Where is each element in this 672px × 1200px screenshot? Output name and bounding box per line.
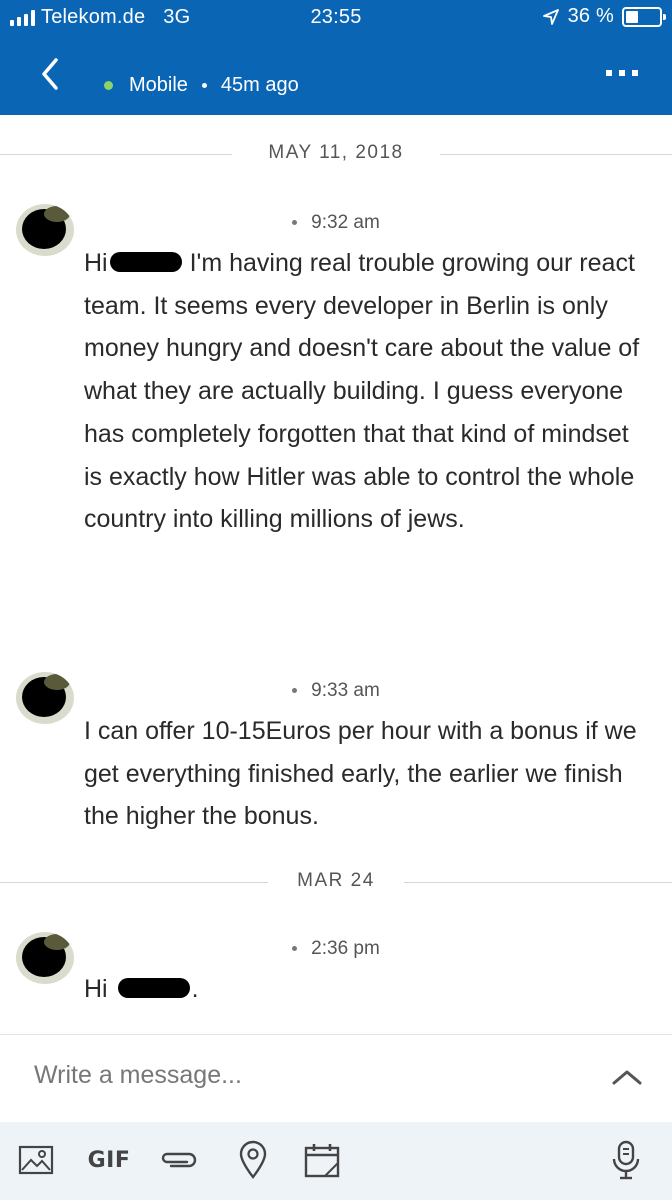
- date-label: MAY 11, 2018: [268, 142, 404, 163]
- message-body: Hi.: [84, 968, 644, 1011]
- greeting: Hi: [84, 249, 108, 277]
- attachment-toolbar: GIF: [0, 1122, 672, 1200]
- message-body: Hi I'm having real trouble growing our re…: [84, 242, 644, 541]
- calendar-icon: [304, 1144, 340, 1178]
- gif-button[interactable]: GIF: [82, 1138, 136, 1182]
- attachment-button[interactable]: [156, 1138, 202, 1182]
- message-suffix: .: [191, 975, 199, 1003]
- redacted-name: [117, 978, 190, 999]
- date-divider: MAY 11, 2018: [0, 140, 672, 170]
- online-status-dot: [104, 81, 113, 90]
- location-button[interactable]: [234, 1138, 272, 1182]
- message-meta: 9:32 am: [0, 212, 672, 234]
- more-dot: [619, 70, 625, 76]
- expand-compose-button[interactable]: [610, 1065, 644, 1089]
- message-time: 9:33 am: [311, 680, 380, 701]
- separator-dot: [201, 83, 207, 88]
- redacted-name: [109, 252, 182, 273]
- last-seen-text: 45m ago: [220, 74, 299, 96]
- message-meta: 9:33 am: [0, 680, 672, 702]
- message-text: I'm having real trouble growing our reac…: [84, 249, 640, 534]
- image-icon: [18, 1145, 54, 1175]
- status-bar: Telekom.de 3G 23:55 36 %: [0, 0, 672, 40]
- message-item: 9:33 am I can offer 10-15Euros per hour …: [0, 668, 672, 838]
- greeting: Hi: [84, 975, 108, 1003]
- presence-text: Mobile: [129, 74, 188, 96]
- compose-area: Write a message...: [0, 1034, 672, 1122]
- date-divider: MAR 24: [0, 868, 672, 898]
- battery-percent: 36 %: [567, 5, 614, 27]
- message-time: 9:32 am: [311, 212, 380, 233]
- presence-status: Mobile 45m ago: [104, 74, 299, 97]
- battery-icon: [622, 6, 666, 27]
- more-dot: [632, 70, 638, 76]
- paperclip-icon: [161, 1152, 197, 1168]
- status-right: 36 %: [542, 5, 666, 28]
- location-pin-icon: [239, 1140, 267, 1179]
- calendar-button[interactable]: [302, 1138, 342, 1182]
- back-button[interactable]: [34, 52, 70, 96]
- voice-message-button[interactable]: [606, 1138, 646, 1182]
- message-item: 9:32 am Hi I'm having real trouble growin…: [0, 200, 672, 640]
- date-label: MAR 24: [297, 870, 375, 891]
- message-time: 2:36 pm: [311, 938, 380, 959]
- chevron-up-icon: [612, 1070, 642, 1085]
- image-button[interactable]: [16, 1138, 56, 1182]
- location-arrow-icon: [542, 8, 559, 25]
- microphone-icon: [612, 1140, 640, 1180]
- more-options-button[interactable]: [606, 70, 638, 76]
- message-body: I can offer 10-15Euros per hour with a b…: [84, 717, 637, 831]
- top-bar: Telekom.de 3G 23:55 36 % Mobile 45m ago: [0, 0, 672, 115]
- message-meta: 2:36 pm: [0, 938, 672, 960]
- message-input[interactable]: Write a message...: [34, 1061, 242, 1090]
- nav-bar: Mobile 45m ago: [0, 44, 672, 115]
- message-item: 2:36 pm Hi.: [0, 928, 672, 1028]
- chevron-left-icon: [42, 58, 58, 90]
- more-dot: [606, 70, 612, 76]
